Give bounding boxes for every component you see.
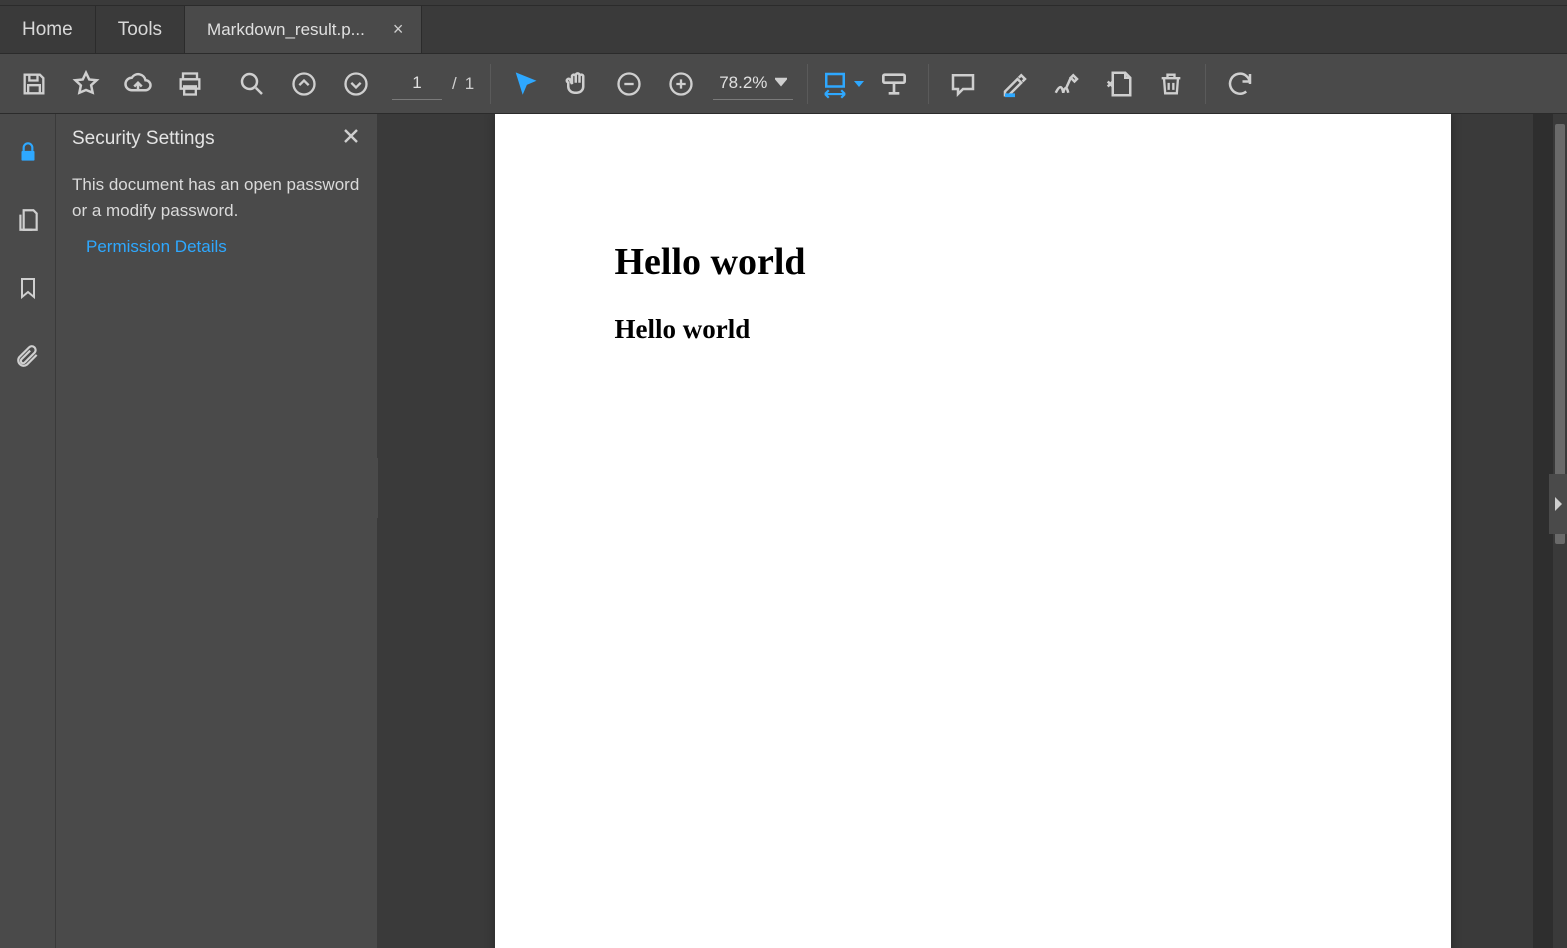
pdf-page: Hello world Hello world xyxy=(495,114,1451,948)
zoom-out-icon[interactable] xyxy=(603,60,655,108)
highlight-icon[interactable] xyxy=(989,60,1041,108)
toolbar-separator xyxy=(928,64,929,104)
panel-body-text: This document has an open password or a … xyxy=(72,172,361,223)
thumbnails-panel-icon[interactable] xyxy=(8,200,48,240)
close-panel-button[interactable] xyxy=(341,126,361,151)
left-rail xyxy=(0,114,56,948)
toolbar-separator xyxy=(490,64,491,104)
delete-icon[interactable] xyxy=(1145,60,1197,108)
zoom-in-icon[interactable] xyxy=(655,60,707,108)
hand-tool-icon[interactable] xyxy=(551,60,603,108)
tab-strip: Home Tools Markdown_result.p... × xyxy=(0,6,1567,54)
attachments-panel-icon[interactable] xyxy=(8,336,48,376)
tab-tools[interactable]: Tools xyxy=(96,6,185,53)
select-tool-icon[interactable] xyxy=(499,60,551,108)
main-area: Security Settings This document has an o… xyxy=(0,114,1567,948)
tab-home[interactable]: Home xyxy=(0,6,96,53)
toolbar-separator xyxy=(807,64,808,104)
permission-details-link[interactable]: Permission Details xyxy=(72,237,361,257)
star-icon[interactable] xyxy=(60,60,112,108)
tab-document-title: Markdown_result.p... xyxy=(207,20,365,40)
page-total-label: /1 xyxy=(452,74,474,94)
page-up-icon[interactable] xyxy=(278,60,330,108)
zoom-dropdown[interactable]: 78.2% xyxy=(713,68,793,100)
sign-icon[interactable] xyxy=(1041,60,1093,108)
chevron-down-icon xyxy=(775,73,787,93)
fit-width-dropdown[interactable] xyxy=(816,60,868,108)
close-tab-button[interactable]: × xyxy=(389,19,408,40)
toolbar-separator xyxy=(1205,64,1206,104)
panel-title: Security Settings xyxy=(72,128,361,150)
doc-heading-1: Hello world xyxy=(615,240,1331,284)
toolbar: /1 78.2% xyxy=(0,54,1567,114)
tab-document[interactable]: Markdown_result.p... × xyxy=(185,6,422,53)
zoom-value: 78.2% xyxy=(719,73,767,93)
security-settings-panel: Security Settings This document has an o… xyxy=(56,114,378,948)
rotate-icon[interactable] xyxy=(1214,60,1266,108)
comment-icon[interactable] xyxy=(937,60,989,108)
security-panel-icon[interactable] xyxy=(8,132,48,172)
expand-right-panel-handle[interactable] xyxy=(1549,474,1567,534)
doc-heading-2: Hello world xyxy=(615,314,1331,345)
print-icon[interactable] xyxy=(164,60,216,108)
cloud-upload-icon[interactable] xyxy=(112,60,164,108)
save-icon[interactable] xyxy=(8,60,60,108)
page-down-icon[interactable] xyxy=(330,60,382,108)
bookmarks-panel-icon[interactable] xyxy=(8,268,48,308)
page-number-input[interactable] xyxy=(392,68,442,100)
read-mode-icon[interactable] xyxy=(868,60,920,108)
crop-page-icon[interactable] xyxy=(1093,60,1145,108)
search-icon[interactable] xyxy=(226,60,278,108)
document-viewport[interactable]: Hello world Hello world xyxy=(378,114,1567,948)
